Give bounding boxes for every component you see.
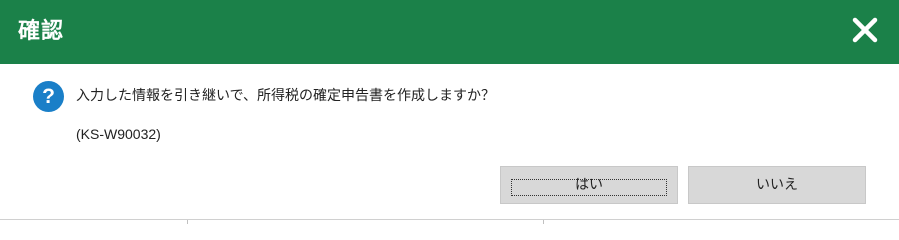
- message-code: (KS-W90032): [76, 126, 161, 142]
- no-button-label: いいえ: [756, 177, 798, 193]
- dialog-titlebar: 確認: [0, 0, 899, 64]
- question-icon: ?: [33, 81, 64, 112]
- no-button[interactable]: いいえ: [688, 166, 866, 204]
- background-page-edge: [0, 219, 899, 224]
- yes-button-label: はい: [575, 177, 603, 193]
- confirm-dialog: 確認 ? 入力した情報を引き継いで、所得税の確定申告書を作成しますか？ (KS-…: [0, 0, 899, 224]
- dialog-body: ? 入力した情報を引き継いで、所得税の確定申告書を作成しますか？ (KS-W90…: [0, 64, 899, 223]
- dialog-title: 確認: [18, 19, 65, 44]
- divider: [187, 220, 188, 224]
- close-button[interactable]: [849, 14, 881, 46]
- dialog-message: 入力した情報を引き継いで、所得税の確定申告書を作成しますか？: [76, 88, 496, 104]
- divider: [543, 220, 544, 224]
- close-icon: [852, 17, 878, 43]
- yes-button[interactable]: はい: [500, 166, 678, 204]
